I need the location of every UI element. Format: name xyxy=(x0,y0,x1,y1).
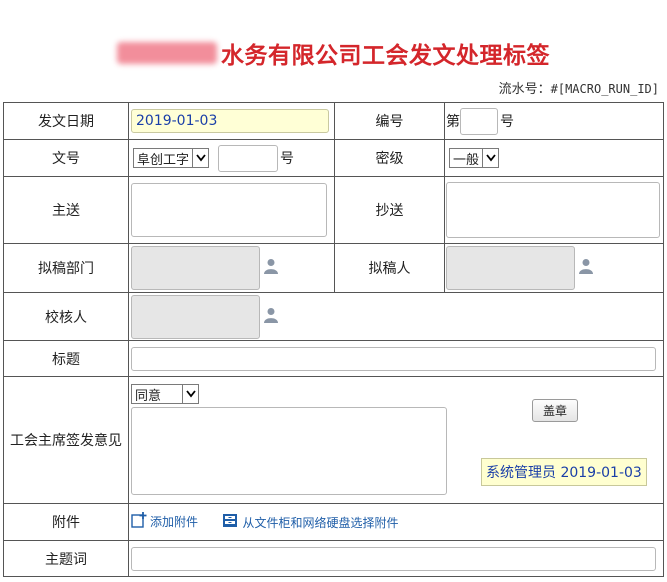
secret-select[interactable]: 一般 xyxy=(449,148,500,168)
draft-dept-label: 拟稿部门 xyxy=(3,243,129,293)
page-title: 水务有限公司工会发文处理标签 xyxy=(221,43,550,69)
serial-value: #[MACRO_RUN_ID] xyxy=(550,82,659,96)
file-cabinet-icon xyxy=(222,513,238,531)
checker-cell xyxy=(128,292,664,341)
keywords-input[interactable] xyxy=(131,546,656,571)
secret-selected: 一般 xyxy=(453,152,480,168)
serial-number: 流水号：#[MACRO_RUN_ID] xyxy=(499,78,659,97)
add-attachment-icon xyxy=(131,512,148,531)
select-attachment-text: 从文件柜和网络硬盘选择附件 xyxy=(242,515,399,530)
title-bar: 水务有限公司工会发文处理标签 xyxy=(0,36,667,70)
opinion-select[interactable]: 同意 xyxy=(131,384,199,404)
number-prefix: 第 xyxy=(446,114,460,130)
date-label: 发文日期 xyxy=(3,102,129,140)
copy-send-cell xyxy=(444,176,664,244)
chairman-opinion-label: 工会主席签发意见 xyxy=(3,376,129,504)
add-attachment-link[interactable]: 添加附件 xyxy=(131,512,198,531)
copy-send-label: 抄送 xyxy=(334,176,445,244)
main-send-cell xyxy=(128,176,335,244)
blurred-company-name xyxy=(117,42,217,64)
opinion-textarea[interactable] xyxy=(131,407,447,495)
number-label: 编号 xyxy=(334,102,445,140)
drafter-input[interactable] xyxy=(446,246,575,290)
draft-dept-input[interactable] xyxy=(131,246,260,290)
doc-no-cell: 阜创工字 号 xyxy=(128,139,335,177)
drafter-cell xyxy=(444,243,664,293)
date-input[interactable] xyxy=(131,109,329,133)
doc-no-input[interactable] xyxy=(218,144,279,172)
subject-label: 标题 xyxy=(3,340,129,377)
number-input[interactable] xyxy=(460,107,498,135)
dispatch-form: 发文日期 编号 第 号 文号 阜创工字 号 密级 xyxy=(3,102,664,577)
person-icon[interactable] xyxy=(263,258,279,278)
doc-no-suffix: 号 xyxy=(280,151,295,167)
secret-label: 密级 xyxy=(334,139,445,177)
serial-label: 流水号： xyxy=(498,82,551,97)
number-suffix: 号 xyxy=(500,114,514,130)
doc-no-label: 文号 xyxy=(3,139,129,177)
stamp-button[interactable]: 盖章 xyxy=(532,399,579,422)
person-icon[interactable] xyxy=(263,307,279,327)
checker-input[interactable] xyxy=(131,294,260,339)
checker-label: 校核人 xyxy=(3,292,129,341)
main-send-textarea[interactable] xyxy=(131,183,327,237)
person-icon[interactable] xyxy=(578,258,594,278)
signer-box: 系统管理员 2019-01-03 xyxy=(481,458,647,486)
chairman-opinion-cell: 同意 盖章 系统管理员 2019-01-03 xyxy=(128,376,664,504)
copy-send-textarea[interactable] xyxy=(446,182,660,238)
chevron-down-icon xyxy=(482,149,498,167)
keywords-cell xyxy=(128,540,664,577)
number-cell: 第 号 xyxy=(444,102,664,140)
subject-input[interactable] xyxy=(131,346,656,371)
chevron-down-icon xyxy=(182,385,198,403)
attachment-label: 附件 xyxy=(3,503,129,541)
opinion-selected: 同意 xyxy=(135,388,162,404)
select-attachment-link[interactable]: 从文件柜和网络硬盘选择附件 xyxy=(222,513,398,531)
doc-prefix-select[interactable]: 阜创工字 xyxy=(133,148,210,168)
main-send-label: 主送 xyxy=(3,176,129,244)
draft-dept-cell xyxy=(128,243,335,293)
date-cell xyxy=(128,102,335,140)
doc-prefix-selected: 阜创工字 xyxy=(137,152,190,168)
add-attachment-text: 添加附件 xyxy=(150,515,199,529)
drafter-label: 拟稿人 xyxy=(334,243,445,293)
chevron-down-icon xyxy=(192,149,208,167)
subject-cell xyxy=(128,340,664,377)
keywords-label: 主题词 xyxy=(3,540,129,577)
secret-cell: 一般 xyxy=(444,139,664,177)
attachment-cell: 添加附件 从文件柜和网络硬盘选择附件 xyxy=(128,503,664,541)
